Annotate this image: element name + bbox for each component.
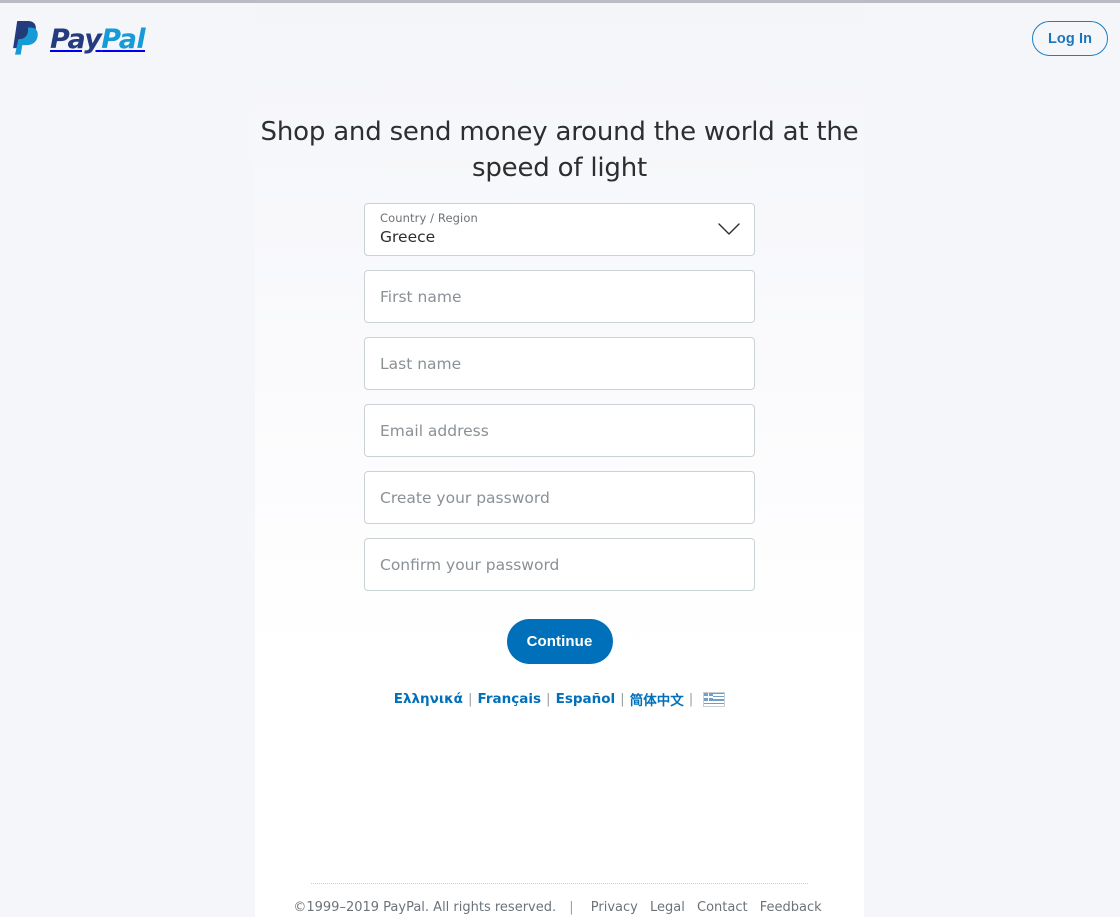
password-field[interactable] [364,471,755,524]
country-region-label: Country / Region [380,211,478,225]
footer-link-feedback[interactable]: Feedback [756,900,826,915]
chevron-down-icon [718,223,740,241]
country-region-value: Greece [380,227,436,246]
copyright-text: ©1999–2019 PayPal. All rights reserved. [293,900,557,915]
paypal-wordmark: PayPal [50,24,146,55]
page-background: Shop and send money around the world at … [0,0,1120,917]
language-link-french[interactable]: Français [478,691,542,707]
footer-separator: | [569,900,574,915]
language-link-greek[interactable]: Ελληνικά [394,691,463,707]
paypal-logo[interactable]: PayPal [10,18,146,61]
content-card: Shop and send money around the world at … [255,3,864,917]
language-selector: Ελληνικά | Français | Español | 简体中文 | [255,689,864,709]
continue-button-row: Continue [364,619,755,664]
footer: ©1999–2019 PayPal. All rights reserved. … [255,883,864,915]
password-input[interactable] [365,472,754,523]
language-separator: | [546,691,551,707]
first-name-field[interactable] [364,270,755,323]
log-in-button[interactable]: Log In [1032,21,1108,56]
last-name-field[interactable] [364,337,755,390]
paypal-p-icon [10,18,41,61]
continue-button[interactable]: Continue [506,619,613,664]
confirm-password-input[interactable] [365,539,754,590]
last-name-input[interactable] [365,338,754,389]
signup-form: Country / Region Greece First name Last … [364,203,755,664]
language-link-chinese[interactable]: 简体中文 [630,689,684,709]
country-region-select[interactable]: Country / Region Greece [364,203,755,256]
footer-link-privacy[interactable]: Privacy [587,900,642,915]
footer-text: ©1999–2019 PayPal. All rights reserved. … [255,900,864,915]
paypal-wordmark-pal: Pal [101,24,146,55]
top-hairline [0,0,1120,3]
language-separator: | [467,691,473,707]
page-title: Shop and send money around the world at … [260,117,859,183]
greece-flag-icon[interactable] [703,691,726,707]
language-link-spanish[interactable]: Español [556,691,616,707]
email-field[interactable] [364,404,755,457]
language-separator: | [620,691,625,707]
paypal-wordmark-pay: Pay [50,24,102,55]
first-name-input[interactable] [365,271,754,322]
footer-link-contact[interactable]: Contact [693,900,752,915]
confirm-password-field[interactable] [364,538,755,591]
email-input[interactable] [365,405,754,456]
footer-link-legal[interactable]: Legal [646,900,689,915]
footer-divider [311,883,808,884]
language-separator: | [688,691,694,707]
